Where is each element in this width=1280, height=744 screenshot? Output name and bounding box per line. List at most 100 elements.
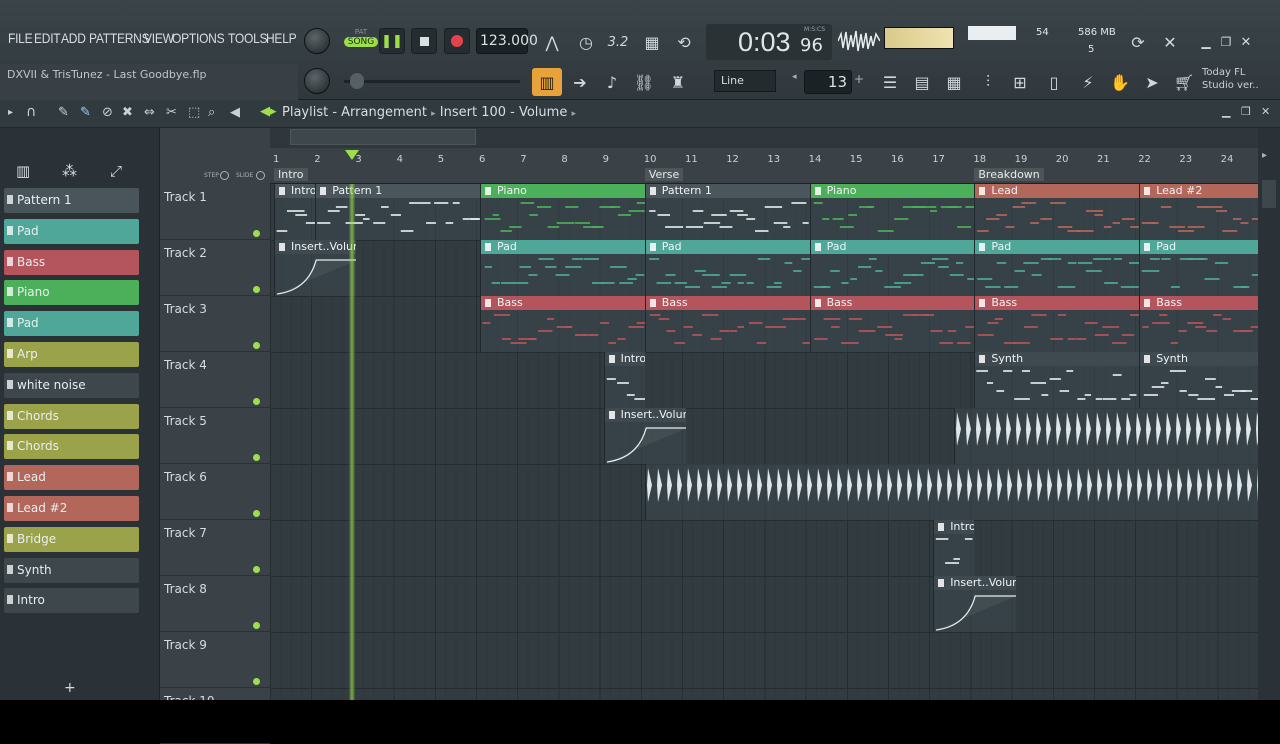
- playlist-options-arrow[interactable]: ▸: [8, 107, 13, 118]
- paint-icon[interactable]: ✎: [80, 105, 91, 120]
- playhead-marker[interactable]: [345, 150, 360, 160]
- song-position-slider[interactable]: [344, 73, 520, 89]
- pattern-item[interactable]: Chords: [4, 403, 139, 429]
- magnet-icon[interactable]: ∩: [26, 104, 36, 120]
- track-header[interactable]: Track 9: [160, 632, 270, 688]
- playlist-button[interactable]: ☰: [876, 68, 904, 96]
- pause-button[interactable]: ❚❚: [379, 28, 405, 54]
- timeline-marker[interactable]: Breakdown: [974, 168, 1044, 181]
- pattern-item[interactable]: Pad: [4, 218, 139, 244]
- step-value-field[interactable]: 13: [804, 70, 852, 94]
- menu-view[interactable]: VIEW: [144, 30, 174, 46]
- playlist-clip[interactable]: Pad: [480, 240, 645, 296]
- playlist-clip[interactable]: Pad: [809, 240, 975, 296]
- speaker-icon[interactable]: ◀: [230, 105, 240, 120]
- add-pattern-button[interactable]: +: [64, 680, 76, 696]
- pat-song-toggle[interactable]: PAT SONG: [344, 28, 378, 56]
- playlist-grid[interactable]: Intro Pattern 1 Piano Pattern 1 Piano Lead Lea…: [270, 184, 1258, 700]
- pattern-item[interactable]: Arp: [4, 342, 139, 367]
- pattern-item[interactable]: Lead: [4, 465, 139, 491]
- playlist-breadcrumb[interactable]: Playlist - Arrangement ▸ Insert 100 - Vo…: [282, 105, 576, 120]
- tempo-display[interactable]: 123.000: [476, 28, 538, 54]
- track-enable-led[interactable]: [253, 230, 260, 237]
- pattern-item[interactable]: Pad: [4, 311, 139, 337]
- track-enable-led[interactable]: [253, 622, 260, 629]
- playlist-clip[interactable]: Synth: [1139, 352, 1258, 408]
- panic-button[interactable]: ✕: [1156, 28, 1184, 56]
- timeline-ruler[interactable]: 1 2 3 4 5 6 7 8 9 10 11 12 13 14 15 16 17 18 19 20 21 22 23 24 I…: [270, 148, 1258, 184]
- pattern-item[interactable]: Synth: [4, 557, 139, 583]
- playlist-clip[interactable]: Piano: [809, 184, 975, 240]
- pattern-item[interactable]: Intro: [4, 588, 139, 614]
- playlist-clip[interactable]: Insert..Volume: [603, 408, 686, 464]
- track-header[interactable]: Track 2: [160, 240, 270, 296]
- playlist-clip[interactable]: Intro: [274, 184, 316, 240]
- track-header[interactable]: Track 1: [160, 184, 270, 240]
- mixer-button[interactable]: ⫶: [974, 68, 1002, 96]
- playlist-clip[interactable]: Bass: [644, 296, 810, 352]
- plugin-database-button[interactable]: ⚡: [1074, 68, 1102, 96]
- track-header[interactable]: Track 6: [160, 464, 270, 520]
- piano-roll-button[interactable]: ▤: [908, 68, 936, 96]
- master-pitch-knob[interactable]: [304, 68, 330, 94]
- touch-controller-button[interactable]: ✋: [1106, 68, 1134, 96]
- overview-scroll-thumb[interactable]: [290, 129, 476, 145]
- step-toggle[interactable]: [220, 171, 229, 180]
- track-enable-led[interactable]: [253, 398, 260, 405]
- playlist-clip[interactable]: Pad: [974, 240, 1140, 296]
- track-enable-led[interactable]: [253, 342, 260, 349]
- playlist-clip[interactable]: Lead #2: [1139, 184, 1258, 240]
- step-edit-button[interactable]: ▦: [638, 28, 666, 56]
- scroll-thumb[interactable]: [1262, 180, 1276, 208]
- playlist-clip[interactable]: Lead: [974, 184, 1140, 240]
- loop-record-button[interactable]: ⟲: [670, 28, 698, 56]
- next-button[interactable]: ➔: [566, 68, 594, 96]
- link-button[interactable]: ⛓: [630, 68, 658, 96]
- wait-for-input-button[interactable]: ◷: [572, 28, 600, 56]
- pattern-item[interactable]: Bridge: [4, 526, 139, 552]
- playlist-clip[interactable]: Piano: [480, 184, 645, 240]
- playlist-clip[interactable]: Insert..Volume: [933, 576, 1016, 632]
- playlist-clip[interactable]: Synth: [974, 352, 1140, 408]
- delete-icon[interactable]: ⊘: [102, 105, 113, 120]
- playlist-clip[interactable]: Pattern 1: [644, 184, 810, 240]
- audio-clip-icon[interactable]: ⁂: [62, 162, 77, 180]
- close-button[interactable]: ✕: [1232, 28, 1260, 56]
- mute-icon[interactable]: ✖: [122, 105, 133, 120]
- pattern-item[interactable]: Bass: [4, 249, 139, 275]
- countdown-button[interactable]: 3.2: [604, 28, 632, 56]
- track-enable-led[interactable]: [253, 510, 260, 517]
- shop-button[interactable]: 🛒︎: [1170, 68, 1198, 96]
- overview-strip[interactable]: ✥ ⤡ ▥: [160, 128, 1258, 148]
- menu-add[interactable]: ADD: [61, 30, 86, 46]
- piano-roll-typing-button[interactable]: ▥: [532, 68, 562, 96]
- menu-file[interactable]: FILE: [8, 30, 33, 46]
- track-enable-led[interactable]: [253, 454, 260, 461]
- menu-edit[interactable]: EDIT: [34, 30, 61, 46]
- playlist-clip[interactable]: Intro: [603, 352, 645, 408]
- playlist-maximize[interactable]: ❐: [1241, 105, 1251, 118]
- record-button[interactable]: [444, 28, 470, 54]
- menu-tools[interactable]: TOOLS: [228, 30, 268, 46]
- menu-options[interactable]: OPTIONS: [172, 30, 225, 46]
- playlist-clip[interactable]: Pad: [644, 240, 810, 296]
- playlist-close[interactable]: ✕: [1261, 105, 1270, 118]
- track-header[interactable]: Track 7: [160, 520, 270, 576]
- playlist-clip[interactable]: [644, 464, 1258, 520]
- output-button[interactable]: ➤: [1138, 68, 1166, 96]
- timeline-marker[interactable]: Intro: [274, 168, 308, 181]
- channel-rack-button[interactable]: ▦: [940, 68, 968, 96]
- playlist-clip[interactable]: [953, 408, 1258, 464]
- pattern-item[interactable]: Chords: [4, 434, 139, 460]
- metronome-button[interactable]: ⋀: [538, 28, 566, 56]
- playlist-minimize[interactable]: ▁: [1222, 105, 1230, 118]
- select-icon[interactable]: ⬚: [188, 105, 200, 120]
- slide-toggle[interactable]: [256, 171, 265, 180]
- timeline-marker[interactable]: Verse: [644, 168, 684, 181]
- playlist-clip[interactable]: Bass: [1139, 296, 1258, 352]
- slip-icon[interactable]: ⇔: [144, 105, 155, 120]
- scroll-up-icon[interactable]: ▸: [1262, 150, 1267, 161]
- step-decrement[interactable]: ◂: [792, 72, 804, 92]
- stop-button[interactable]: [411, 28, 437, 54]
- playlist-clip[interactable]: Insert..Volume: [274, 240, 357, 296]
